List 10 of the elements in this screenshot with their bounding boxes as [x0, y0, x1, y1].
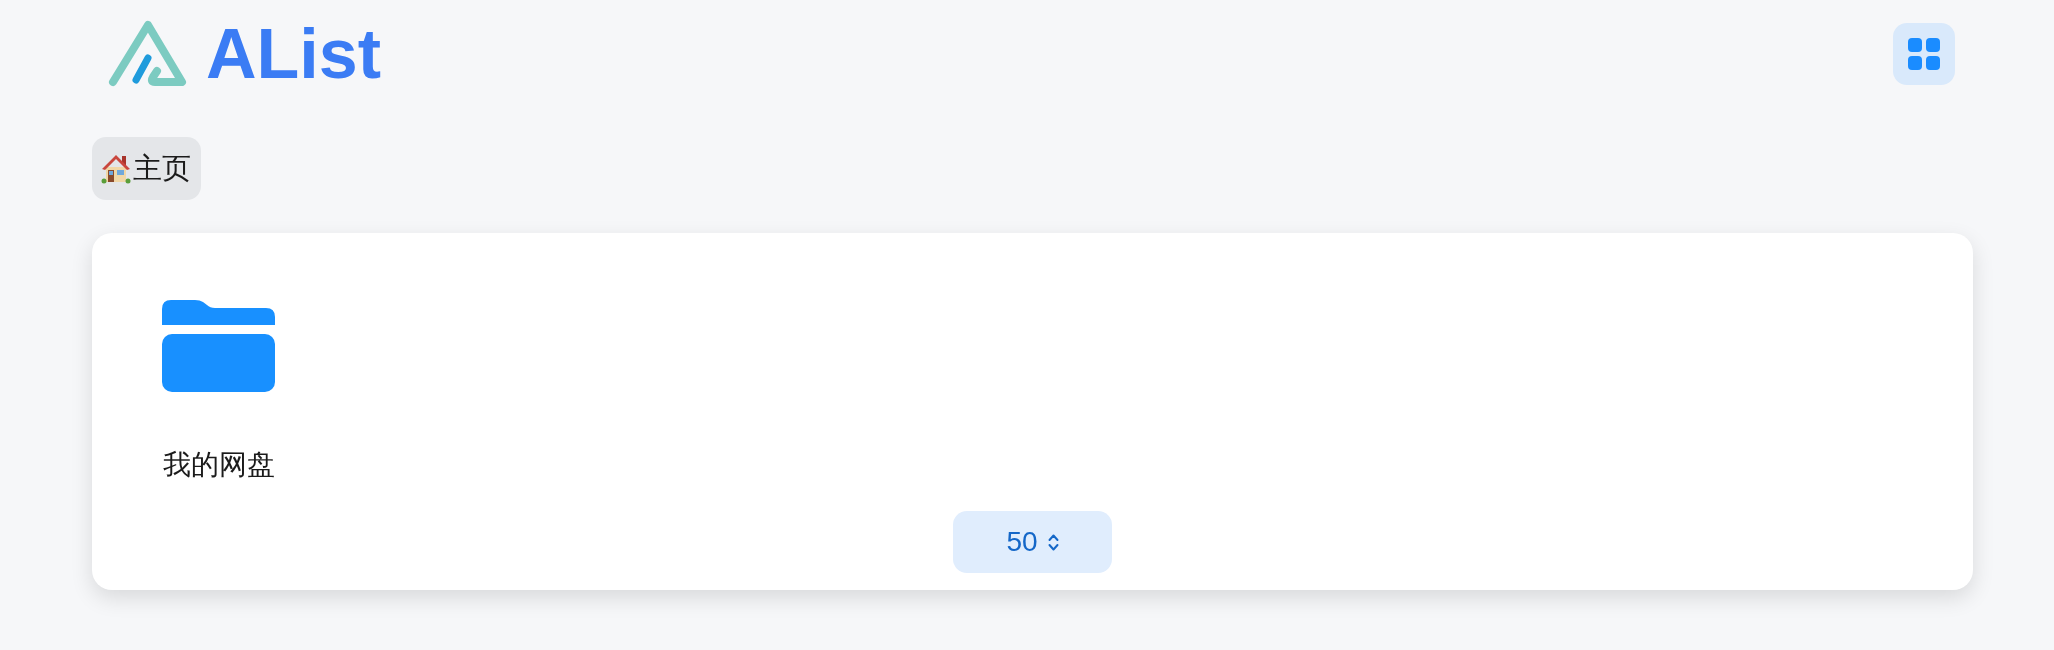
up-down-chevron-icon	[1047, 532, 1059, 552]
view-toggle-button[interactable]	[1893, 23, 1955, 85]
file-name[interactable]: 我的网盘	[162, 447, 275, 483]
logo-icon	[108, 20, 188, 88]
logo-text: AList	[206, 19, 381, 89]
page-size-button[interactable]: 50	[953, 511, 1112, 573]
folder-icon[interactable]	[162, 300, 275, 392]
breadcrumb-link[interactable]: 主页	[92, 137, 201, 200]
grid-icon	[1908, 38, 1940, 70]
house-icon	[101, 153, 131, 184]
